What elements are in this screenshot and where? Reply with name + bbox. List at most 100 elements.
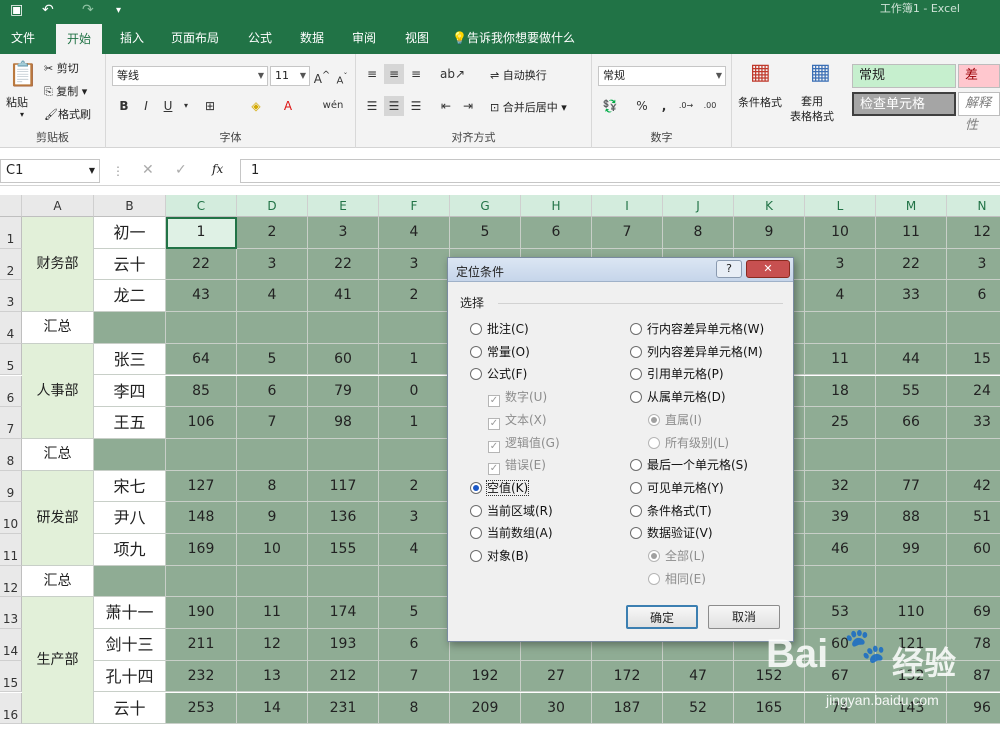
row-header-3[interactable]: 3 [0,280,22,313]
style-explanatory[interactable]: 解释性 [958,92,1000,133]
data-cell[interactable]: 169 [166,534,237,566]
name-cell[interactable]: 萧十一 [94,597,166,630]
name-cell[interactable]: 初一 [94,217,166,249]
data-cell[interactable]: 7 [379,660,450,693]
radio-left-7[interactable]: 空值(K) [470,479,530,496]
data-cell[interactable]: 143 [876,692,947,725]
name-cell[interactable]: 张三 [94,343,166,376]
style-normal[interactable]: 常规 [852,64,956,88]
undo-icon[interactable]: ↶ [42,2,54,18]
data-cell[interactable]: 193 [308,629,379,661]
data-cell[interactable]: 231 [308,692,379,725]
data-cell[interactable]: 8 [663,217,734,249]
data-cell[interactable]: 27 [521,660,592,693]
data-cell[interactable]: 136 [308,502,379,534]
data-cell[interactable]: 33 [947,407,1000,439]
data-cell[interactable]: 60 [308,343,379,376]
align-top-icon[interactable]: ≡ [362,64,382,84]
percent-button[interactable]: % [632,96,652,116]
increase-decimal-icon[interactable]: .0→ [676,96,696,116]
radio-right-1[interactable]: 列内容差异单元格(M) [630,343,763,360]
row-header-14[interactable]: 14 [0,629,22,661]
data-cell[interactable]: 0 [379,375,450,408]
data-cell[interactable]: 96 [947,692,1000,725]
conditional-format-icon[interactable]: ▦ [750,60,771,85]
data-cell[interactable]: 87 [947,660,1000,693]
row-header-13[interactable]: 13 [0,597,22,630]
borders-icon[interactable]: ⊞ [200,96,220,116]
row-header-15[interactable]: 15 [0,660,22,693]
radio-right-6[interactable]: 最后一个单元格(S) [630,456,748,473]
format-as-table-button[interactable]: 套用 表格格式 [790,94,834,124]
data-cell[interactable] [876,565,947,598]
data-cell[interactable]: 3 [379,248,450,281]
wrap-text-button[interactable]: ⇌ 自动换行 [490,67,547,83]
data-cell[interactable]: 5 [450,217,521,249]
data-cell[interactable]: 6 [237,375,308,408]
data-cell[interactable]: 11 [876,217,947,249]
column-header-j[interactable]: J [663,195,734,217]
name-cell[interactable]: 宋七 [94,470,166,503]
data-cell[interactable]: 24 [947,375,1000,408]
data-cell[interactable] [805,312,876,344]
data-cell[interactable]: 3 [947,248,1000,281]
radio-right-9[interactable]: 数据验证(V) [630,524,713,541]
data-cell[interactable] [166,565,237,598]
data-cell[interactable]: 25 [805,407,876,439]
data-cell[interactable]: 8 [237,470,308,503]
data-cell[interactable] [947,438,1000,471]
align-bottom-icon[interactable]: ≡ [406,64,426,84]
data-cell[interactable]: 47 [663,660,734,693]
data-cell[interactable] [237,565,308,598]
merge-center-button[interactable]: ⊡ 合并后居中 ▾ [490,99,567,115]
data-cell[interactable]: 2 [237,217,308,249]
data-cell[interactable]: 4 [237,280,308,313]
data-cell[interactable]: 30 [521,692,592,725]
close-button[interactable]: ✕ [746,260,790,278]
data-cell[interactable]: 11 [805,343,876,376]
data-cell[interactable]: 2 [379,280,450,313]
data-cell[interactable]: 18 [805,375,876,408]
data-cell[interactable]: 43 [166,280,237,313]
radio-right-3[interactable]: 从属单元格(D) [630,388,726,405]
tab-insert[interactable]: 插入 [110,22,154,54]
paste-icon[interactable]: 📋 [8,60,38,88]
data-cell[interactable]: 46 [805,534,876,566]
conditional-format-button[interactable]: 条件格式 [738,94,782,110]
name-cell[interactable]: 剑十三 [94,629,166,661]
data-cell[interactable]: 14 [237,692,308,725]
data-cell[interactable]: 6 [379,629,450,661]
name-box[interactable]: C1 ▼ [0,159,100,183]
data-cell[interactable]: 3 [379,502,450,534]
name-cell[interactable]: 云十 [94,692,166,725]
data-cell[interactable]: 106 [166,407,237,439]
data-cell[interactable] [308,565,379,598]
data-cell[interactable]: 12 [237,629,308,661]
orientation-icon[interactable]: ab↗ [440,64,465,84]
data-cell[interactable]: 64 [166,343,237,376]
data-cell[interactable]: 22 [166,248,237,281]
data-cell[interactable]: 8 [379,692,450,725]
paste-dropdown-icon[interactable]: ▾ [20,110,24,119]
row-header-10[interactable]: 10 [0,502,22,534]
data-cell[interactable]: 99 [876,534,947,566]
data-cell[interactable] [805,438,876,471]
data-cell[interactable]: 5 [379,597,450,630]
align-right-icon[interactable]: ☰ [406,96,426,116]
data-cell[interactable]: 4 [379,534,450,566]
data-cell[interactable]: 79 [308,375,379,408]
data-cell[interactable]: 13 [237,660,308,693]
tab-page-layout[interactable]: 页面布局 [162,22,228,54]
data-cell[interactable]: 165 [734,692,805,725]
data-cell[interactable]: 60 [805,629,876,661]
font-name-combo[interactable]: 等线 ▼ [112,66,268,86]
data-cell[interactable]: 190 [166,597,237,630]
bold-button[interactable]: B [114,96,134,116]
name-cell[interactable] [94,438,166,471]
data-cell[interactable]: 253 [166,692,237,725]
data-cell[interactable]: 1 [166,217,237,249]
decrease-decimal-icon[interactable]: .00 [700,96,720,116]
phonetic-button[interactable]: wén [318,96,348,116]
data-cell[interactable]: 88 [876,502,947,534]
column-header-g[interactable]: G [450,195,521,217]
